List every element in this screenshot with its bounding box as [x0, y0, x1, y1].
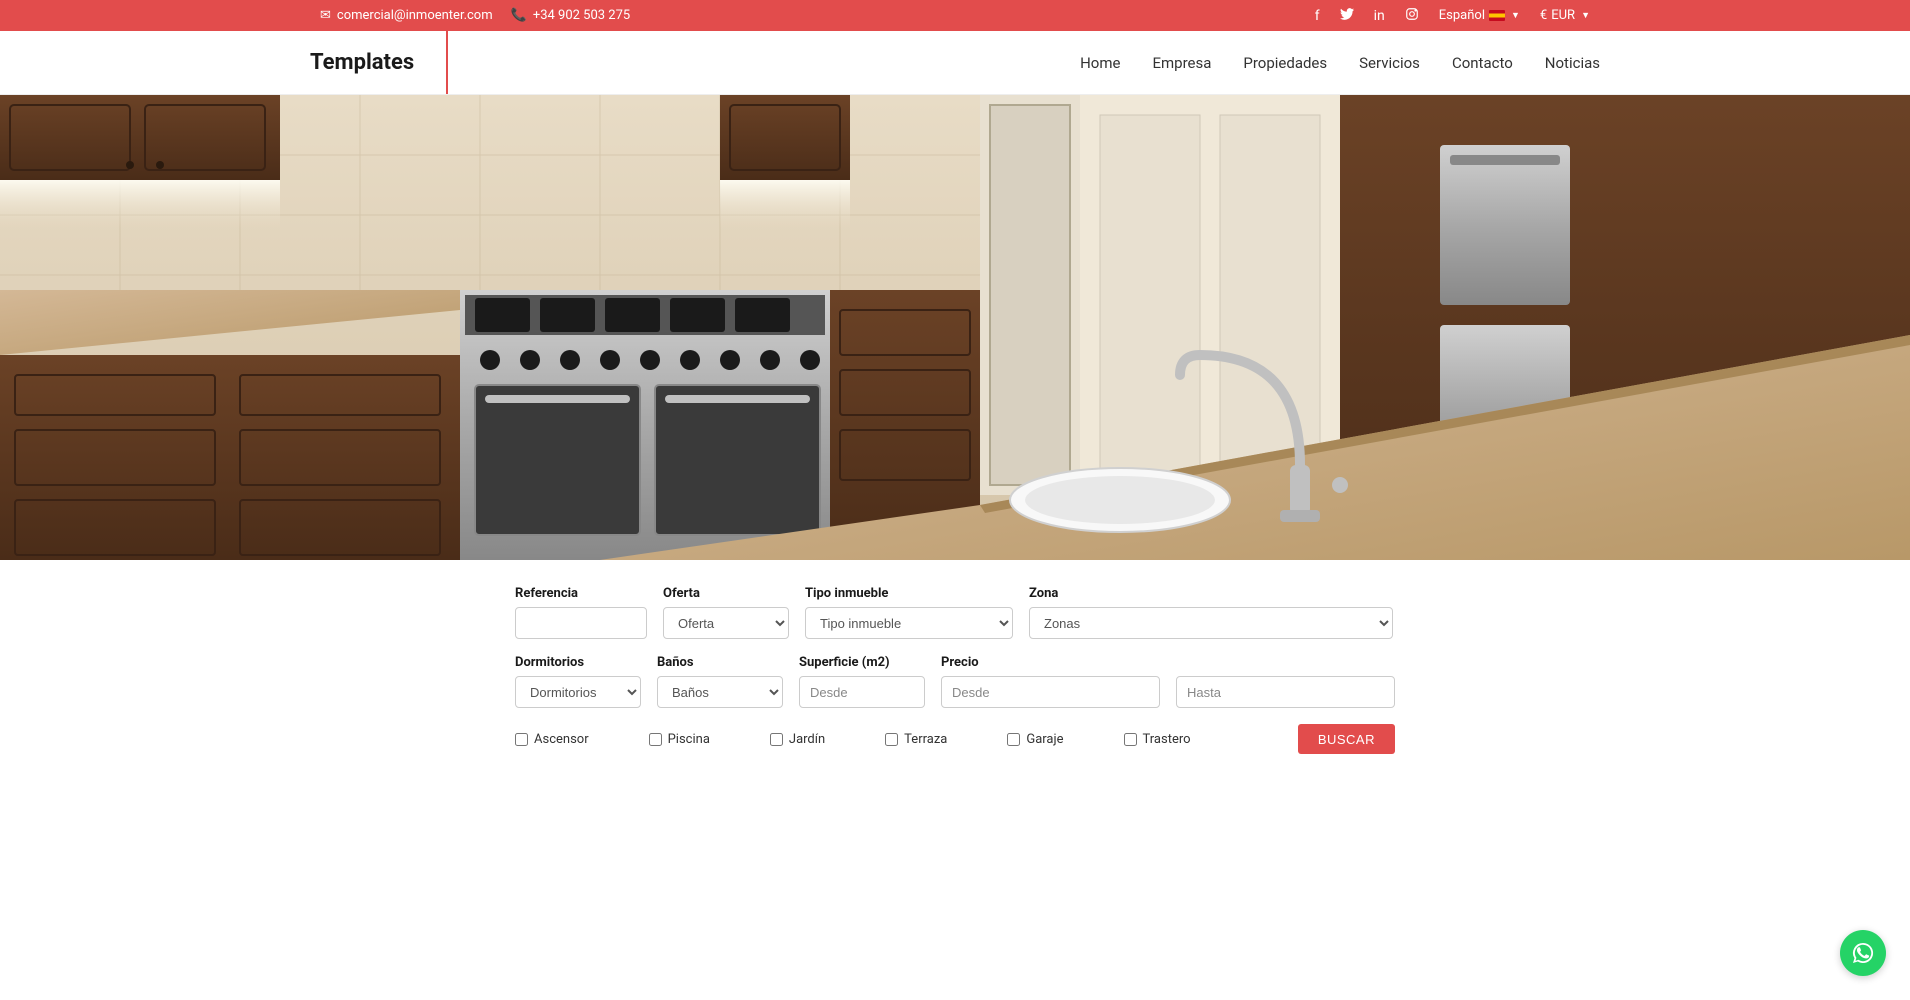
- label-banos: Baños: [657, 655, 783, 670]
- phone-icon: 📞: [511, 8, 527, 23]
- checkbox-piscina[interactable]: [649, 733, 662, 746]
- nav-propiedades[interactable]: Propiedades: [1243, 54, 1327, 72]
- select-zona[interactable]: Zonas: [1029, 607, 1393, 639]
- select-oferta[interactable]: Oferta: [663, 607, 789, 639]
- checkbox-garaje[interactable]: [1007, 733, 1020, 746]
- nav-noticias[interactable]: Noticias: [1545, 54, 1600, 72]
- topbar: ✉ comercial@inmoenter.com 📞 +34 902 503 …: [0, 0, 1910, 31]
- search-row-2: Dormitorios Dormitorios Baños Baños Supe…: [515, 655, 1395, 708]
- search-form: Referencia Oferta Oferta Tipo inmueble T…: [505, 586, 1405, 754]
- chk-piscina[interactable]: Piscina: [649, 732, 710, 747]
- envelope-icon: ✉: [320, 8, 331, 23]
- input-precio-hasta[interactable]: [1176, 676, 1395, 708]
- select-banos[interactable]: Baños: [657, 676, 783, 708]
- select-dormitorios[interactable]: Dormitorios: [515, 676, 641, 708]
- navbar: Templates Home Empresa Propiedades Servi…: [0, 31, 1910, 95]
- input-referencia[interactable]: [515, 607, 647, 639]
- label-superficie: Superficie (m2): [799, 655, 925, 670]
- field-banos: Baños Baños: [657, 655, 783, 708]
- input-superficie[interactable]: [799, 676, 925, 708]
- whatsapp-icon: [1851, 941, 1875, 965]
- chk-piscina-label: Piscina: [668, 732, 710, 747]
- label-precio: Precio: [941, 655, 1395, 670]
- input-precio-desde[interactable]: [941, 676, 1160, 708]
- field-dormitorios: Dormitorios Dormitorios: [515, 655, 641, 708]
- search-row-1: Referencia Oferta Oferta Tipo inmueble T…: [515, 586, 1395, 639]
- instagram-icon[interactable]: [1405, 7, 1419, 25]
- field-tipo: Tipo inmueble Tipo inmueble: [805, 586, 1013, 639]
- nav-servicios[interactable]: Servicios: [1359, 54, 1420, 72]
- hero-image: [0, 95, 1910, 560]
- chk-terraza-label: Terraza: [904, 732, 947, 747]
- chk-trastero[interactable]: Trastero: [1124, 732, 1191, 747]
- label-zona: Zona: [1029, 586, 1393, 601]
- field-zona: Zona Zonas: [1029, 586, 1393, 639]
- caret-down-icon: ▼: [1511, 10, 1520, 21]
- chk-garaje-label: Garaje: [1026, 732, 1063, 747]
- facebook-icon[interactable]: f: [1315, 8, 1320, 24]
- checkbox-trastero[interactable]: [1124, 733, 1137, 746]
- logo[interactable]: Templates: [310, 31, 448, 94]
- chk-ascensor[interactable]: Ascensor: [515, 732, 589, 747]
- phone-text: +34 902 503 275: [533, 8, 630, 23]
- contact-phone[interactable]: 📞 +34 902 503 275: [511, 8, 631, 23]
- linkedin-icon[interactable]: in: [1374, 8, 1385, 24]
- chk-jardin-label: Jardín: [789, 732, 825, 747]
- checkbox-terraza[interactable]: [885, 733, 898, 746]
- nav-home[interactable]: Home: [1080, 54, 1120, 72]
- language-selector[interactable]: Español ▼: [1439, 8, 1520, 23]
- field-precio: Precio: [941, 655, 1395, 708]
- currency-code: EUR: [1551, 8, 1575, 23]
- social-icons: f in: [1315, 7, 1419, 25]
- checkbox-ascensor[interactable]: [515, 733, 528, 746]
- label-oferta: Oferta: [663, 586, 789, 601]
- twitter-icon[interactable]: [1340, 8, 1354, 24]
- whatsapp-button[interactable]: [1840, 930, 1886, 976]
- chk-jardin[interactable]: Jardín: [770, 732, 825, 747]
- nav-links: Home Empresa Propiedades Servicios Conta…: [1080, 54, 1600, 72]
- caret-down-icon: ▼: [1581, 10, 1590, 21]
- nav-empresa[interactable]: Empresa: [1152, 54, 1211, 72]
- checks-row: Ascensor Piscina Jardín Terraza Garaje T…: [515, 724, 1395, 754]
- field-superficie: Superficie (m2): [799, 655, 925, 708]
- field-oferta: Oferta Oferta: [663, 586, 789, 639]
- chk-terraza[interactable]: Terraza: [885, 732, 947, 747]
- logo-wrap: Templates: [310, 31, 448, 94]
- checks: Ascensor Piscina Jardín Terraza Garaje T…: [515, 732, 1191, 747]
- chk-garaje[interactable]: Garaje: [1007, 732, 1063, 747]
- label-dormitorios: Dormitorios: [515, 655, 641, 670]
- currency-symbol: €: [1540, 8, 1547, 23]
- topbar-left: ✉ comercial@inmoenter.com 📞 +34 902 503 …: [320, 8, 630, 23]
- nav-contacto[interactable]: Contacto: [1452, 54, 1513, 72]
- label-tipo: Tipo inmueble: [805, 586, 1013, 601]
- select-tipo[interactable]: Tipo inmueble: [805, 607, 1013, 639]
- language-label: Español: [1439, 8, 1485, 23]
- contact-email[interactable]: ✉ comercial@inmoenter.com: [320, 8, 493, 23]
- email-text: comercial@inmoenter.com: [337, 8, 493, 23]
- field-referencia: Referencia: [515, 586, 647, 639]
- checkbox-jardin[interactable]: [770, 733, 783, 746]
- currency-selector[interactable]: € EUR ▼: [1540, 8, 1590, 23]
- chk-trastero-label: Trastero: [1143, 732, 1191, 747]
- flag-icon: [1489, 10, 1505, 21]
- label-referencia: Referencia: [515, 586, 647, 601]
- topbar-right: f in Español ▼ € EUR ▼: [1315, 7, 1590, 25]
- chk-ascensor-label: Ascensor: [534, 732, 589, 747]
- search-button[interactable]: BUSCAR: [1298, 724, 1395, 754]
